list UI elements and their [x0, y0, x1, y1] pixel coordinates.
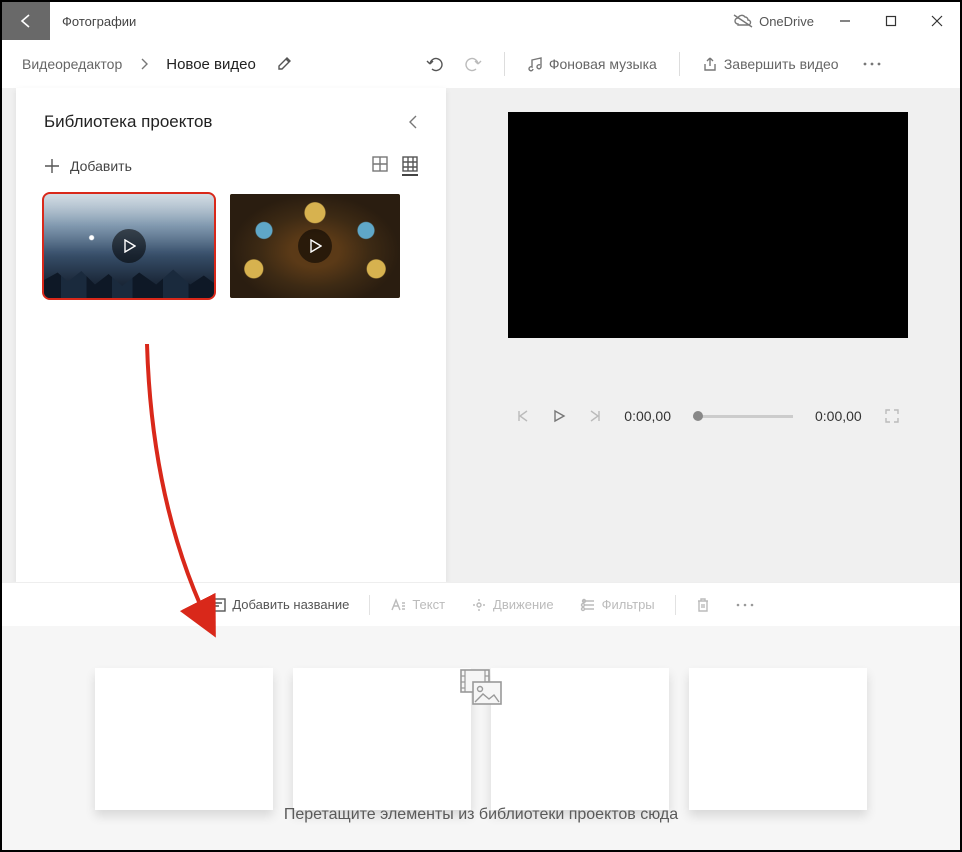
- minimize-button[interactable]: [822, 2, 868, 40]
- trash-icon: [696, 597, 710, 613]
- drop-overlay: Перетащите элементы из библиотеки проект…: [2, 668, 960, 850]
- more-icon: [863, 62, 881, 66]
- chevron-left-icon: [408, 114, 418, 130]
- redo-button[interactable]: [456, 50, 490, 78]
- project-title[interactable]: Новое видео: [158, 50, 264, 79]
- back-button[interactable]: [2, 2, 50, 40]
- storyboard-toolbar: Добавить название Текст Движение Фильтры: [2, 582, 960, 626]
- library-item-1[interactable]: [44, 194, 214, 298]
- bg-music-label: Фоновая музыка: [549, 56, 657, 72]
- dropzone-hint: Перетащите элементы из библиотеки проект…: [284, 806, 678, 824]
- library-item-2[interactable]: [230, 194, 400, 298]
- fullscreen-icon: [884, 408, 900, 424]
- fullscreen-button[interactable]: [884, 408, 900, 424]
- bg-music-button[interactable]: Фоновая музыка: [519, 50, 665, 78]
- arrow-left-icon: [18, 13, 34, 29]
- separator: [675, 595, 676, 615]
- play-button[interactable]: [552, 409, 566, 423]
- more-icon: [736, 603, 754, 607]
- music-icon: [527, 56, 543, 72]
- collapse-button[interactable]: [408, 114, 418, 130]
- grid-small-icon: [402, 156, 418, 172]
- maximize-icon: [885, 15, 897, 27]
- next-frame-button[interactable]: [588, 409, 602, 423]
- onedrive-label: OneDrive: [759, 14, 814, 29]
- redo-icon: [464, 56, 482, 72]
- time-total: 0:00,00: [815, 408, 862, 424]
- storyboard-more-button[interactable]: [726, 599, 764, 611]
- media-icon: [459, 668, 503, 706]
- player-controls: 0:00,00 0:00,00: [488, 408, 928, 424]
- grid-large-icon: [372, 156, 388, 172]
- finish-label: Завершить видео: [724, 56, 839, 72]
- onedrive-link[interactable]: OneDrive: [725, 14, 822, 29]
- text-button[interactable]: Текст: [380, 593, 455, 616]
- add-title-label: Добавить название: [232, 597, 349, 612]
- add-label: Добавить: [70, 158, 132, 174]
- library-header: Библиотека проектов: [44, 112, 418, 132]
- motion-icon: [471, 597, 487, 613]
- play-icon: [124, 239, 136, 253]
- add-title-button[interactable]: Добавить название: [198, 593, 359, 616]
- toolbar: Видеоредактор Новое видео Фоновая музыка…: [2, 40, 960, 88]
- export-icon: [702, 56, 718, 72]
- filters-icon: [580, 598, 596, 612]
- delete-button[interactable]: [686, 593, 720, 617]
- cloud-icon: [733, 14, 753, 28]
- play-icon: [552, 409, 566, 423]
- rename-button[interactable]: [268, 50, 300, 78]
- storyboard-dropzone[interactable]: Перетащите элементы из библиотеки проект…: [2, 626, 960, 850]
- titlebar: Фотографии OneDrive: [2, 2, 960, 40]
- close-button[interactable]: [914, 2, 960, 40]
- time-current: 0:00,00: [624, 408, 671, 424]
- preview-area: 0:00,00 0:00,00: [446, 88, 960, 582]
- text-label: Текст: [412, 597, 445, 612]
- view-toggle-group: [372, 156, 418, 176]
- maximize-button[interactable]: [868, 2, 914, 40]
- prev-frame-icon: [516, 409, 530, 423]
- motion-button[interactable]: Движение: [461, 593, 564, 617]
- minimize-icon: [839, 15, 851, 27]
- chevron-right-icon: [134, 58, 154, 70]
- app-window: Фотографии OneDrive Видеоредактор Новое …: [0, 0, 962, 852]
- pencil-icon: [276, 56, 292, 72]
- separator: [679, 52, 680, 76]
- separator: [504, 52, 505, 76]
- motion-label: Движение: [493, 597, 554, 612]
- library-items: [44, 194, 418, 298]
- library-actions: Добавить: [44, 156, 418, 176]
- more-button[interactable]: [851, 56, 893, 72]
- title-card-icon: [208, 598, 226, 612]
- video-preview[interactable]: [508, 112, 908, 338]
- add-button[interactable]: Добавить: [44, 158, 132, 174]
- window-controls: [822, 2, 960, 40]
- next-frame-icon: [588, 409, 602, 423]
- prev-frame-button[interactable]: [516, 409, 530, 423]
- filters-label: Фильтры: [602, 597, 655, 612]
- separator: [369, 595, 370, 615]
- play-badge: [112, 229, 146, 263]
- undo-button[interactable]: [418, 50, 452, 78]
- play-badge: [298, 229, 332, 263]
- text-icon: [390, 598, 406, 612]
- view-large-button[interactable]: [372, 156, 388, 176]
- library-panel: Библиотека проектов Добавить: [16, 88, 446, 582]
- undo-icon: [426, 56, 444, 72]
- play-icon: [310, 239, 322, 253]
- filters-button[interactable]: Фильтры: [570, 593, 665, 616]
- seek-slider[interactable]: [693, 415, 793, 418]
- breadcrumb-root[interactable]: Видеоредактор: [14, 50, 130, 78]
- app-title: Фотографии: [50, 14, 136, 29]
- content-area: Библиотека проектов Добавить: [2, 88, 960, 582]
- finish-video-button[interactable]: Завершить видео: [694, 50, 847, 78]
- close-icon: [931, 15, 943, 27]
- plus-icon: [44, 158, 60, 174]
- view-small-button[interactable]: [402, 156, 418, 176]
- library-title: Библиотека проектов: [44, 112, 212, 132]
